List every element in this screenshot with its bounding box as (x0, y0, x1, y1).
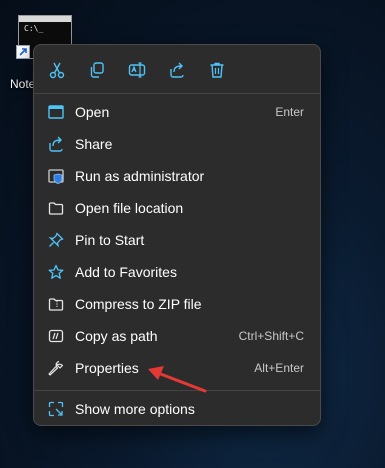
annotation-arrow-icon (148, 366, 207, 393)
